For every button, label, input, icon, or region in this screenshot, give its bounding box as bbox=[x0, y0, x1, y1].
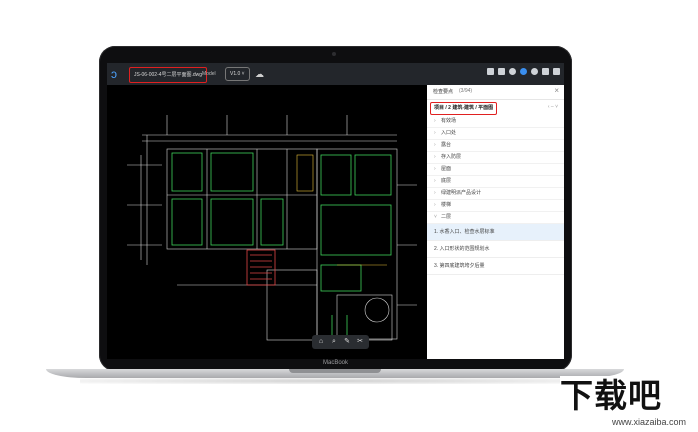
chevron-right-icon: › bbox=[434, 154, 436, 160]
tree-item-expanded[interactable]: ˅ 二层 bbox=[427, 212, 564, 224]
panel-count: (3/94) bbox=[459, 88, 473, 94]
tree-item-label: 二层 bbox=[441, 214, 452, 220]
issue-label: 2. 入口形状的范围规划水 bbox=[434, 246, 490, 252]
settings-icon[interactable] bbox=[531, 68, 538, 75]
tree-item[interactable]: › 绿建明派产品设计 bbox=[427, 188, 564, 200]
close-icon[interactable]: × bbox=[554, 86, 559, 96]
panel-header: 检查要点 (3/94) × bbox=[427, 85, 564, 100]
chevron-right-icon: › bbox=[434, 202, 436, 208]
watermark-url: www.xiazaiba.com bbox=[612, 417, 687, 427]
tree-item-label: 底层 bbox=[441, 178, 452, 184]
issue-item[interactable]: 2. 入口形状的范围规划水 bbox=[427, 241, 564, 258]
tree-item[interactable]: › 露台 bbox=[427, 140, 564, 152]
tree-item-label: 有效场 bbox=[441, 118, 457, 124]
chevron-right-icon: › bbox=[434, 166, 436, 172]
comment-icon[interactable] bbox=[509, 68, 516, 75]
measure-icon[interactable]: ✂ bbox=[354, 335, 366, 349]
chevron-down-icon: ˅ bbox=[434, 214, 437, 220]
issues-panel: 检查要点 (3/94) × 项目 / 2 建筑-建筑 / 平面图 ‹ – ˅ ›… bbox=[427, 85, 564, 359]
device-brand: MacBook bbox=[322, 360, 348, 366]
chevron-right-icon: › bbox=[434, 130, 436, 136]
issue-label: 1. 水香入口、检查水层标准 bbox=[434, 229, 495, 235]
tree-item-label: 露台 bbox=[441, 142, 452, 148]
zoom-icon[interactable]: ⌕ bbox=[328, 335, 340, 349]
tree-item-label: 绿建明派产品设计 bbox=[441, 190, 482, 196]
tree-item[interactable]: › 有效场 bbox=[427, 116, 564, 128]
laptop-notch bbox=[289, 369, 381, 373]
tree-item[interactable]: › 入口处 bbox=[427, 128, 564, 140]
share-icon[interactable] bbox=[542, 68, 549, 75]
app-logo-icon[interactable]: ↄ bbox=[111, 67, 117, 81]
tree-item[interactable]: › 楼梯 bbox=[427, 200, 564, 212]
chevron-right-icon: › bbox=[434, 118, 436, 124]
panel-controls[interactable]: ‹ – ˅ bbox=[548, 102, 558, 113]
tree-item[interactable]: › 存入防层 bbox=[427, 152, 564, 164]
cloud-icon[interactable]: ☁ bbox=[255, 68, 264, 80]
layers-icon[interactable] bbox=[487, 68, 494, 75]
issues-icon[interactable] bbox=[520, 68, 527, 75]
tree-item-label: 入口处 bbox=[441, 130, 457, 136]
model-label[interactable]: Model bbox=[202, 67, 216, 81]
laptop-shadow bbox=[80, 378, 590, 384]
tree-item-label: 屋面 bbox=[441, 166, 452, 172]
markup-icon[interactable]: ✎ bbox=[341, 335, 353, 349]
home-icon[interactable]: ⌂ bbox=[315, 335, 327, 349]
panel-title: 检查要点 bbox=[433, 89, 454, 95]
cad-drawing-canvas[interactable] bbox=[107, 85, 427, 359]
issue-label: 3. 第四底建筑垮夕后量 bbox=[434, 263, 485, 269]
issue-item[interactable]: 1. 水香入口、检查水层标准 bbox=[427, 224, 564, 241]
tree-item[interactable]: › 屋面 bbox=[427, 164, 564, 176]
fullscreen-icon[interactable] bbox=[553, 68, 560, 75]
file-name-tab[interactable]: JS-06-002-4号二层平面图.dwg bbox=[129, 67, 208, 83]
tree-item-label: 楼梯 bbox=[441, 202, 452, 208]
watermark-logo: 下载吧 bbox=[560, 377, 662, 414]
camera bbox=[332, 52, 336, 56]
issue-item[interactable]: 3. 第四底建筑垮夕后量 bbox=[427, 258, 564, 275]
bottom-toolbar: ⌂ ⌕ ✎ ✂ bbox=[312, 335, 369, 349]
breadcrumb[interactable]: 项目 / 2 建筑-建筑 / 平面图 bbox=[430, 102, 498, 115]
tree-item-label: 存入防层 bbox=[441, 154, 462, 160]
chevron-right-icon: › bbox=[434, 142, 436, 148]
watermark: 下载吧 www.xiazaiba.com bbox=[560, 376, 698, 432]
category-tree: › 有效场 › 入口处 › 露台 › 存入防层 › 屋面 › 底层 › 绿建明派产品设计 › 楼… bbox=[427, 116, 564, 275]
laptop-lid: ↄ JS-06-002-4号二层平面图.dwg Model V1.0 ˅ ☁ 检… bbox=[99, 46, 572, 371]
screen: ↄ JS-06-002-4号二层平面图.dwg Model V1.0 ˅ ☁ 检… bbox=[107, 63, 564, 359]
laptop: ↄ JS-06-002-4号二层平面图.dwg Model V1.0 ˅ ☁ 检… bbox=[0, 0, 698, 432]
app-toolbar: ↄ JS-06-002-4号二层平面图.dwg Model V1.0 ˅ ☁ bbox=[107, 63, 564, 85]
chevron-right-icon: › bbox=[434, 190, 436, 196]
chevron-right-icon: › bbox=[434, 178, 436, 184]
version-button[interactable]: V1.0 ˅ bbox=[225, 67, 250, 81]
toolbar-icons bbox=[487, 68, 560, 75]
tree-item[interactable]: › 底层 bbox=[427, 176, 564, 188]
print-icon[interactable] bbox=[498, 68, 505, 75]
